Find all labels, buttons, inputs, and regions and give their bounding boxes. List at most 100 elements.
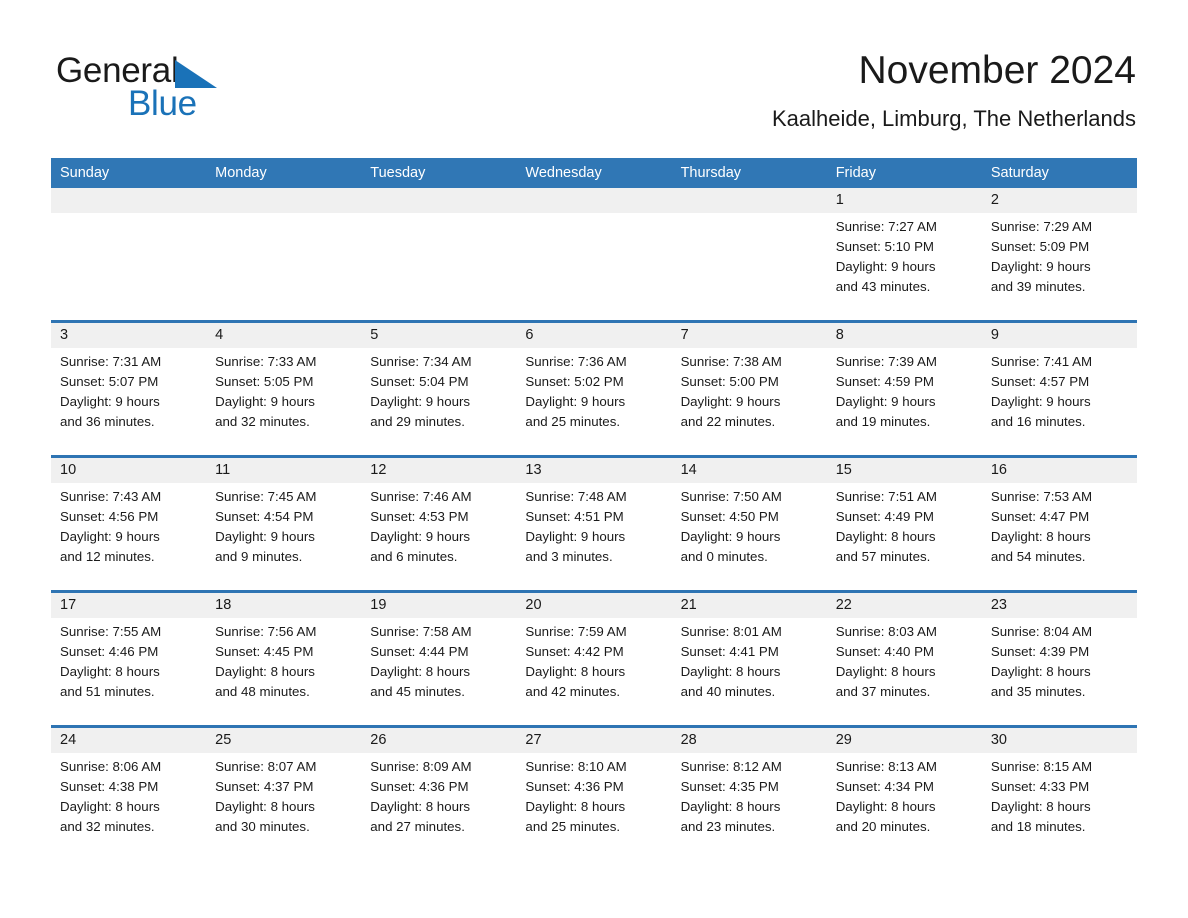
calendar-day[interactable]: 11 Sunrise: 7:45 AM Sunset: 4:54 PM Dayligh…	[206, 458, 362, 590]
calendar-day[interactable]: 15 Sunrise: 7:51 AM Sunset: 4:49 PM Dayligh…	[826, 458, 982, 590]
calendar-day[interactable]: 16 Sunrise: 7:53 AM Sunset: 4:47 PM Dayligh…	[981, 458, 1137, 590]
day-sun-info: Sunrise: 8:09 AM Sunset: 4:36 PM Daylight:…	[361, 753, 516, 837]
calendar-day[interactable]: 5 Sunrise: 7:34 AM Sunset: 5:04 PM Daylight…	[361, 323, 517, 455]
calendar-day[interactable]: 8 Sunrise: 7:39 AM Sunset: 4:59 PM Daylight…	[826, 323, 982, 455]
day-sun-info: Sunrise: 7:27 AM Sunset: 5:10 PM Daylight:…	[827, 213, 982, 297]
day-info-line: Daylight: 8 hours	[60, 799, 160, 814]
day-info-line: Daylight: 9 hours	[525, 394, 626, 409]
day-info-line: Sunset: 4:33 PM	[990, 779, 1090, 794]
day-info-line: and 43 minutes.	[835, 279, 931, 294]
day-info-line: and 9 minutes.	[215, 549, 303, 564]
calendar-day[interactable]: 29 Sunrise: 8:13 AM Sunset: 4:34 PM Dayligh…	[826, 728, 982, 860]
day-number: 17	[51, 593, 207, 618]
day-info-line: Daylight: 8 hours	[990, 664, 1091, 679]
calendar-day[interactable]: 6 Sunrise: 7:36 AM Sunset: 5:02 PM Daylight…	[516, 323, 672, 455]
calendar-day[interactable]: 1 Sunrise: 7:27 AM Sunset: 5:10 PM Daylight…	[826, 188, 982, 320]
day-info-line: and 27 minutes.	[370, 819, 465, 834]
day-info-line: and 45 minutes.	[370, 684, 465, 699]
calendar-week-row: 10 Sunrise: 7:43 AM Sunset: 4:56 PM Dayligh…	[51, 455, 1137, 592]
page-header: General Blue November 2024 Kaalheide, Li…	[0, 0, 1188, 158]
day-info-line: Daylight: 9 hours	[990, 394, 1091, 409]
day-info-line: Sunrise: 7:39 AM	[835, 354, 937, 369]
day-info-line: Sunset: 4:42 PM	[525, 644, 624, 659]
calendar-day[interactable]: 18 Sunrise: 7:56 AM Sunset: 4:45 PM Dayligh…	[206, 593, 362, 725]
day-number: 20	[516, 593, 672, 618]
day-sun-info: Sunrise: 8:04 AM Sunset: 4:39 PM Daylight:…	[982, 618, 1137, 702]
calendar-day[interactable]: 13 Sunrise: 7:48 AM Sunset: 4:51 PM Dayligh…	[516, 458, 672, 590]
calendar-day[interactable]: 4 Sunrise: 7:33 AM Sunset: 5:05 PM Daylight…	[206, 323, 362, 455]
day-info-line: Sunrise: 8:10 AM	[525, 759, 627, 774]
day-number: 21	[671, 593, 827, 618]
day-sun-info: Sunrise: 7:46 AM Sunset: 4:53 PM Daylight:…	[361, 483, 516, 567]
day-info-line: Sunrise: 7:34 AM	[370, 354, 472, 369]
calendar-day-empty	[516, 188, 672, 320]
calendar-cell: 12 Sunrise: 7:46 AM Sunset: 4:53 PM Dayligh…	[361, 455, 517, 592]
calendar-cell: 11 Sunrise: 7:45 AM Sunset: 4:54 PM Dayligh…	[206, 455, 362, 592]
day-info-line: Sunset: 4:45 PM	[215, 644, 314, 659]
title-block: November 2024 Kaalheide, Limburg, The Ne…	[772, 48, 1136, 134]
day-info-line: Daylight: 8 hours	[215, 799, 315, 814]
day-info-line: Sunrise: 7:53 AM	[990, 489, 1093, 504]
day-sun-info: Sunrise: 7:34 AM Sunset: 5:04 PM Daylight:…	[361, 348, 516, 432]
day-info-line: Sunset: 4:38 PM	[60, 779, 159, 794]
calendar-day[interactable]: 9 Sunrise: 7:41 AM Sunset: 4:57 PM Daylight…	[981, 323, 1137, 455]
calendar-cell: 15 Sunrise: 7:51 AM Sunset: 4:49 PM Dayligh…	[826, 455, 982, 592]
calendar-day[interactable]: 19 Sunrise: 7:58 AM Sunset: 4:44 PM Dayligh…	[361, 593, 517, 725]
day-sun-info: Sunrise: 7:58 AM Sunset: 4:44 PM Daylight:…	[361, 618, 516, 702]
day-info-line: and 25 minutes.	[525, 414, 621, 429]
day-info-line: Sunset: 4:59 PM	[835, 374, 935, 389]
calendar-day[interactable]: 2 Sunrise: 7:29 AM Sunset: 5:09 PM Daylight…	[981, 188, 1137, 320]
day-number: 13	[516, 458, 672, 483]
calendar-day[interactable]: 10 Sunrise: 7:43 AM Sunset: 4:56 PM Dayligh…	[51, 458, 207, 590]
calendar-day[interactable]: 17 Sunrise: 7:55 AM Sunset: 4:46 PM Dayligh…	[51, 593, 207, 725]
calendar-day[interactable]: 24 Sunrise: 8:06 AM Sunset: 4:38 PM Dayligh…	[51, 728, 207, 860]
day-number: 15	[826, 458, 982, 483]
calendar-day[interactable]: 23 Sunrise: 8:04 AM Sunset: 4:39 PM Dayligh…	[981, 593, 1137, 725]
calendar-day[interactable]: 12 Sunrise: 7:46 AM Sunset: 4:53 PM Dayligh…	[361, 458, 517, 590]
day-info-line: Daylight: 8 hours	[680, 799, 781, 814]
calendar-day[interactable]: 25 Sunrise: 8:07 AM Sunset: 4:37 PM Dayligh…	[206, 728, 362, 860]
day-info-line: Sunset: 4:53 PM	[370, 509, 469, 524]
day-sun-info: Sunrise: 7:29 AM Sunset: 5:09 PM Daylight:…	[982, 213, 1137, 297]
day-sun-info: Sunrise: 7:31 AM Sunset: 5:07 PM Daylight:…	[51, 348, 206, 432]
calendar-cell: 14 Sunrise: 7:50 AM Sunset: 4:50 PM Dayligh…	[671, 455, 827, 592]
calendar-day[interactable]: 22 Sunrise: 8:03 AM Sunset: 4:40 PM Dayligh…	[826, 593, 982, 725]
generalblue-logo[interactable]: General Blue	[56, 52, 316, 124]
day-info-line: Sunrise: 8:07 AM	[215, 759, 317, 774]
calendar-day[interactable]: 20 Sunrise: 7:59 AM Sunset: 4:42 PM Dayligh…	[516, 593, 672, 725]
day-info-line: and 22 minutes.	[680, 414, 776, 429]
day-info-line: Sunset: 4:37 PM	[215, 779, 314, 794]
day-number: 30	[981, 728, 1137, 753]
calendar-day[interactable]: 28 Sunrise: 8:12 AM Sunset: 4:35 PM Dayligh…	[671, 728, 827, 860]
day-sun-info: Sunrise: 8:03 AM Sunset: 4:40 PM Daylight:…	[827, 618, 982, 702]
day-info-line: Sunset: 4:54 PM	[215, 509, 314, 524]
day-info-line: Sunrise: 7:58 AM	[370, 624, 472, 639]
calendar-cell: 27 Sunrise: 8:10 AM Sunset: 4:36 PM Dayligh…	[516, 725, 672, 860]
calendar-day[interactable]: 27 Sunrise: 8:10 AM Sunset: 4:36 PM Dayligh…	[516, 728, 672, 860]
day-sun-info: Sunrise: 7:38 AM Sunset: 5:00 PM Daylight:…	[672, 348, 827, 432]
day-number: 4	[206, 323, 362, 348]
day-info-line: Sunrise: 8:04 AM	[990, 624, 1093, 639]
day-info-line: Sunrise: 7:51 AM	[835, 489, 937, 504]
dow-header-friday: Friday	[826, 158, 982, 188]
calendar-day[interactable]: 21 Sunrise: 8:01 AM Sunset: 4:41 PM Dayligh…	[671, 593, 827, 725]
day-info-line: Daylight: 8 hours	[525, 664, 626, 679]
day-info-line: Sunset: 4:35 PM	[680, 779, 779, 794]
calendar-day[interactable]: 30 Sunrise: 8:15 AM Sunset: 4:33 PM Dayligh…	[981, 728, 1137, 860]
day-info-line: and 39 minutes.	[990, 279, 1086, 294]
day-sun-info: Sunrise: 8:10 AM Sunset: 4:36 PM Daylight:…	[516, 753, 671, 837]
day-number: 11	[206, 458, 362, 483]
day-info-line: Sunrise: 7:56 AM	[215, 624, 317, 639]
day-info-line: and 12 minutes.	[60, 549, 155, 564]
day-info-line: Sunset: 5:05 PM	[215, 374, 314, 389]
dow-header-thursday: Thursday	[671, 158, 827, 188]
calendar-day[interactable]: 7 Sunrise: 7:38 AM Sunset: 5:00 PM Daylight…	[671, 323, 827, 455]
calendar-day[interactable]: 26 Sunrise: 8:09 AM Sunset: 4:36 PM Dayligh…	[361, 728, 517, 860]
day-sun-info: Sunrise: 8:13 AM Sunset: 4:34 PM Daylight:…	[827, 753, 982, 837]
day-info-line: and 57 minutes.	[835, 549, 931, 564]
calendar-day[interactable]: 14 Sunrise: 7:50 AM Sunset: 4:50 PM Dayligh…	[671, 458, 827, 590]
calendar-day[interactable]: 3 Sunrise: 7:31 AM Sunset: 5:07 PM Daylight…	[51, 323, 207, 455]
day-info-line: Daylight: 9 hours	[370, 394, 471, 409]
calendar-day-empty	[361, 188, 517, 320]
day-number	[206, 188, 362, 213]
